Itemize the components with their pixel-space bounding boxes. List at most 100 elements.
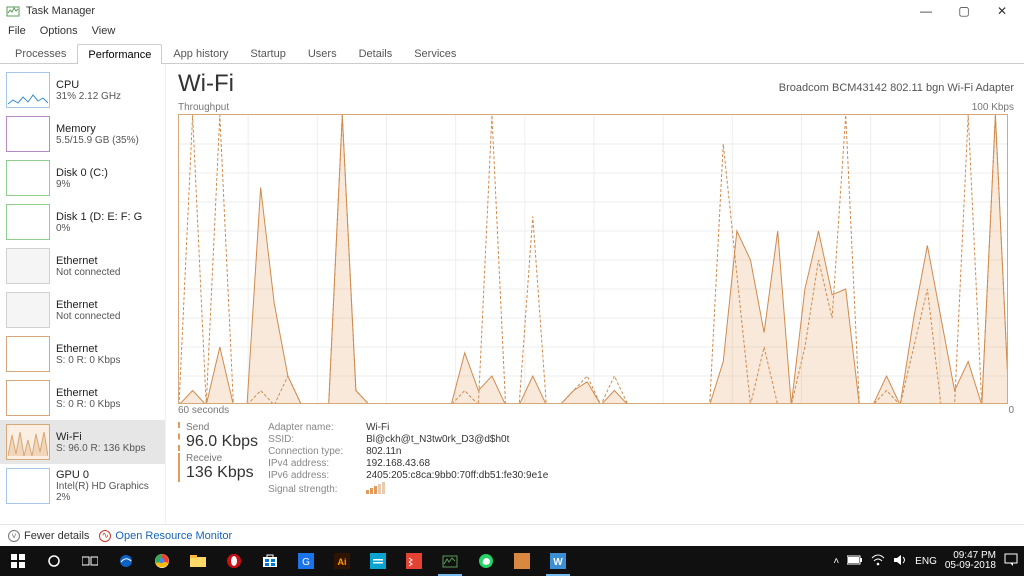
tray-chevron-icon[interactable]: ˄: [833, 556, 839, 567]
app-icon: [6, 4, 20, 18]
sidebar-item-label: CPU: [56, 79, 121, 91]
sidebar-item-mem-1[interactable]: Memory5.5/15.9 GB (35%): [0, 112, 165, 156]
tray-wifi-icon[interactable]: [871, 554, 885, 569]
sidebar-item-wifi-8[interactable]: Wi-FiS: 96.0 R: 136 Kbps: [0, 420, 165, 464]
thumb-icon: [6, 424, 50, 460]
fewer-details-button[interactable]: ˅ Fewer details: [8, 530, 89, 542]
sidebar[interactable]: CPU31% 2.12 GHzMemory5.5/15.9 GB (35%)Di…: [0, 64, 166, 524]
sidebar-item-label: Ethernet: [56, 387, 120, 399]
detail-key: Adapter name:: [268, 422, 360, 433]
tab-users[interactable]: Users: [297, 43, 348, 63]
tab-processes[interactable]: Processes: [4, 43, 77, 63]
detail-value: Bl@ckh@t_N3tw0rk_D3@d$h0t: [366, 434, 548, 445]
sidebar-item-detail: S: 96.0 R: 136 Kbps: [56, 443, 146, 454]
sidebar-item-detail: 31% 2.12 GHz: [56, 91, 121, 102]
tb-chrome-icon[interactable]: [144, 546, 180, 576]
svg-text:W: W: [553, 557, 563, 568]
tb-wps-icon[interactable]: W: [540, 546, 576, 576]
chart-label-max: 100 Kbps: [972, 102, 1014, 113]
menu-view[interactable]: View: [92, 25, 116, 37]
detail-value: Wi-Fi: [366, 422, 548, 433]
close-button[interactable]: ✕: [986, 2, 1018, 20]
minimize-button[interactable]: —: [910, 2, 942, 20]
menu-options[interactable]: Options: [40, 25, 78, 37]
maximize-button[interactable]: ▢: [948, 2, 980, 20]
taskbar: G Ai W ˄ ENG 09:47 PM 05-09-2018: [0, 546, 1024, 576]
tb-cortana-icon[interactable]: [36, 546, 72, 576]
sidebar-item-cpu-0[interactable]: CPU31% 2.12 GHz: [0, 68, 165, 112]
tb-taskview-icon[interactable]: [72, 546, 108, 576]
sidebar-item-disk-3[interactable]: Disk 1 (D: E: F: G0%: [0, 200, 165, 244]
tb-illustrator-icon[interactable]: Ai: [324, 546, 360, 576]
tray-volume-icon[interactable]: [893, 554, 907, 569]
tray-clock[interactable]: 09:47 PM 05-09-2018: [945, 551, 996, 572]
receive-value: 136 Kbps: [186, 464, 258, 482]
detail-value: [366, 482, 548, 497]
bottombar: ˅ Fewer details ∿ Open Resource Monitor: [0, 524, 1024, 546]
sidebar-item-extra: 2%: [56, 492, 149, 503]
thumb-icon: [6, 160, 50, 196]
send-value: 96.0 Kbps: [186, 433, 258, 451]
thumb-icon: [6, 468, 50, 504]
tb-app-3-icon[interactable]: [504, 546, 540, 576]
detail-value: 2405:205:c8ca:9bb0:70ff:db51:fe30:9e1e: [366, 470, 548, 481]
sidebar-item-label: Memory: [56, 123, 139, 135]
tray-notifications-icon[interactable]: [1004, 553, 1018, 570]
sidebar-item-detail: 0%: [56, 223, 142, 234]
sidebar-item-label: Wi-Fi: [56, 431, 146, 443]
sidebar-item-detail: S: 0 R: 0 Kbps: [56, 399, 120, 410]
open-resource-monitor-label: Open Resource Monitor: [115, 530, 232, 542]
window-title: Task Manager: [26, 5, 95, 17]
tb-app-2-icon[interactable]: [360, 546, 396, 576]
sidebar-item-eth-off-4[interactable]: EthernetNot connected: [0, 244, 165, 288]
tb-explorer-icon[interactable]: [180, 546, 216, 576]
sidebar-item-label: Ethernet: [56, 255, 121, 267]
tabstrip: Processes Performance App history Startu…: [0, 40, 1024, 64]
chevron-up-icon: ˅: [8, 530, 20, 542]
chart-bottom-right: 0: [1008, 405, 1014, 416]
sidebar-item-gpu-9[interactable]: GPU 0Intel(R) HD Graphics2%: [0, 464, 165, 508]
detail-key: Connection type:: [268, 446, 360, 457]
tab-services[interactable]: Services: [403, 43, 467, 63]
sidebar-item-eth-off-5[interactable]: EthernetNot connected: [0, 288, 165, 332]
adapter-name: Broadcom BCM43142 802.11 bgn Wi-Fi Adapt…: [779, 82, 1014, 94]
detail-key: IPv6 address:: [268, 470, 360, 481]
sidebar-item-label: Ethernet: [56, 299, 121, 311]
thumb-icon: [6, 248, 50, 284]
throughput-chart: [178, 114, 1014, 404]
tab-startup[interactable]: Startup: [239, 43, 296, 63]
open-resource-monitor-link[interactable]: ∿ Open Resource Monitor: [99, 530, 232, 542]
tb-opera-icon[interactable]: [216, 546, 252, 576]
tray-battery-icon[interactable]: [847, 555, 863, 568]
tray-date: 05-09-2018: [945, 561, 996, 572]
tab-app-history[interactable]: App history: [162, 43, 239, 63]
tb-app-icon[interactable]: G: [288, 546, 324, 576]
tb-whatsapp-icon[interactable]: [468, 546, 504, 576]
tb-todoist-icon[interactable]: [396, 546, 432, 576]
tb-edge-icon[interactable]: [108, 546, 144, 576]
sidebar-item-label: Disk 0 (C:): [56, 167, 108, 179]
detail-key: Signal strength:: [268, 484, 360, 495]
thumb-icon: [6, 204, 50, 240]
detail-value: 192.168.43.68: [366, 458, 548, 469]
tb-store-icon[interactable]: [252, 546, 288, 576]
thumb-icon: [6, 292, 50, 328]
detail-key: SSID:: [268, 434, 360, 445]
detail-value: 802.11n: [366, 446, 548, 457]
menubar: File Options View: [0, 22, 1024, 40]
thumb-icon: [6, 380, 50, 416]
tab-performance[interactable]: Performance: [77, 44, 162, 64]
sidebar-item-disk-2[interactable]: Disk 0 (C:)9%: [0, 156, 165, 200]
send-label: Send: [186, 422, 258, 433]
sidebar-item-eth-7[interactable]: EthernetS: 0 R: 0 Kbps: [0, 376, 165, 420]
tb-taskmanager-icon[interactable]: [432, 546, 468, 576]
sidebar-item-detail: Not connected: [56, 267, 121, 278]
sidebar-item-detail: S: 0 R: 0 Kbps: [56, 355, 120, 366]
detail-key: IPv4 address:: [268, 458, 360, 469]
tray-lang[interactable]: ENG: [915, 556, 937, 567]
tab-details[interactable]: Details: [348, 43, 404, 63]
details-grid: Adapter name: Wi-Fi SSID: Bl@ckh@t_N3tw0rk_…: [268, 422, 548, 497]
sidebar-item-eth-6[interactable]: EthernetS: 0 R: 0 Kbps: [0, 332, 165, 376]
menu-file[interactable]: File: [8, 25, 26, 37]
start-button[interactable]: [0, 546, 36, 576]
